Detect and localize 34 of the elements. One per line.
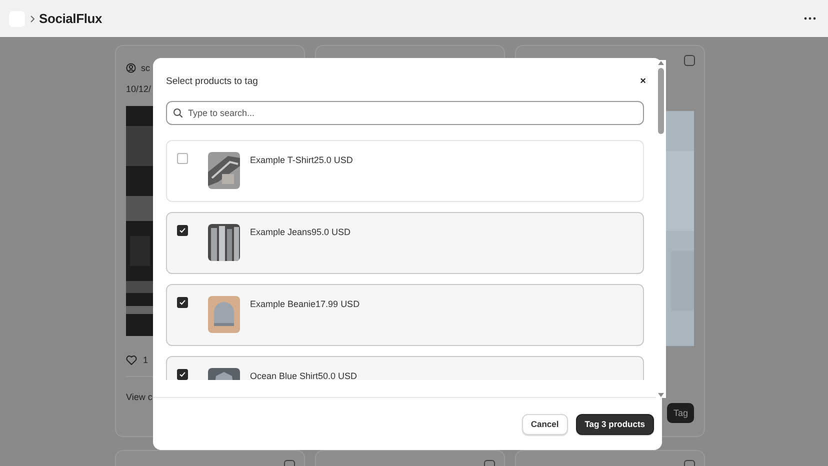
product-name: Ocean Blue Shirt50.0 USD [250, 371, 358, 380]
cancel-button[interactable]: Cancel [522, 414, 568, 434]
product-name: Example Beanie17.99 USD [250, 299, 360, 309]
checkbox[interactable] [177, 153, 188, 164]
search-field[interactable]: Type to search... [166, 101, 644, 125]
product-row[interactable]: Example Beanie17.99 USD [166, 284, 644, 346]
product-row[interactable]: Ocean Blue Shirt50.0 USD [166, 356, 644, 380]
scroll-down-icon[interactable] [657, 392, 665, 398]
scrollbar[interactable] [656, 60, 666, 398]
heart-icon [126, 355, 137, 365]
check-icon [178, 298, 187, 307]
checkbox[interactable] [684, 55, 695, 66]
user-name: sc [141, 63, 150, 73]
close-button[interactable]: × [638, 76, 648, 86]
more-icon[interactable] [804, 17, 816, 20]
check-icon [178, 370, 187, 379]
product-row[interactable]: Example Jeans95.0 USD [166, 212, 644, 274]
check-icon [178, 226, 187, 235]
post-date: 10/12/ [126, 84, 152, 94]
user-icon [126, 63, 136, 73]
dialog-title: Select products to tag [166, 76, 258, 86]
app-title: SocialFlux [39, 11, 102, 26]
checkbox[interactable] [177, 225, 188, 236]
scroll-up-icon[interactable] [657, 60, 665, 66]
product-name: Example T-Shirt25.0 USD [250, 155, 353, 165]
checkbox[interactable] [177, 297, 188, 308]
like-count: 1 [143, 355, 148, 365]
product-row[interactable]: Example T-Shirt25.0 USD [166, 140, 644, 202]
confirm-button[interactable]: Tag 3 products [576, 414, 654, 434]
checkbox[interactable] [177, 369, 188, 380]
product-name: Example Jeans95.0 USD [250, 227, 351, 237]
tag-button[interactable]: Tag [667, 403, 694, 423]
search-icon [173, 108, 183, 118]
chevron-icon [30, 14, 35, 22]
